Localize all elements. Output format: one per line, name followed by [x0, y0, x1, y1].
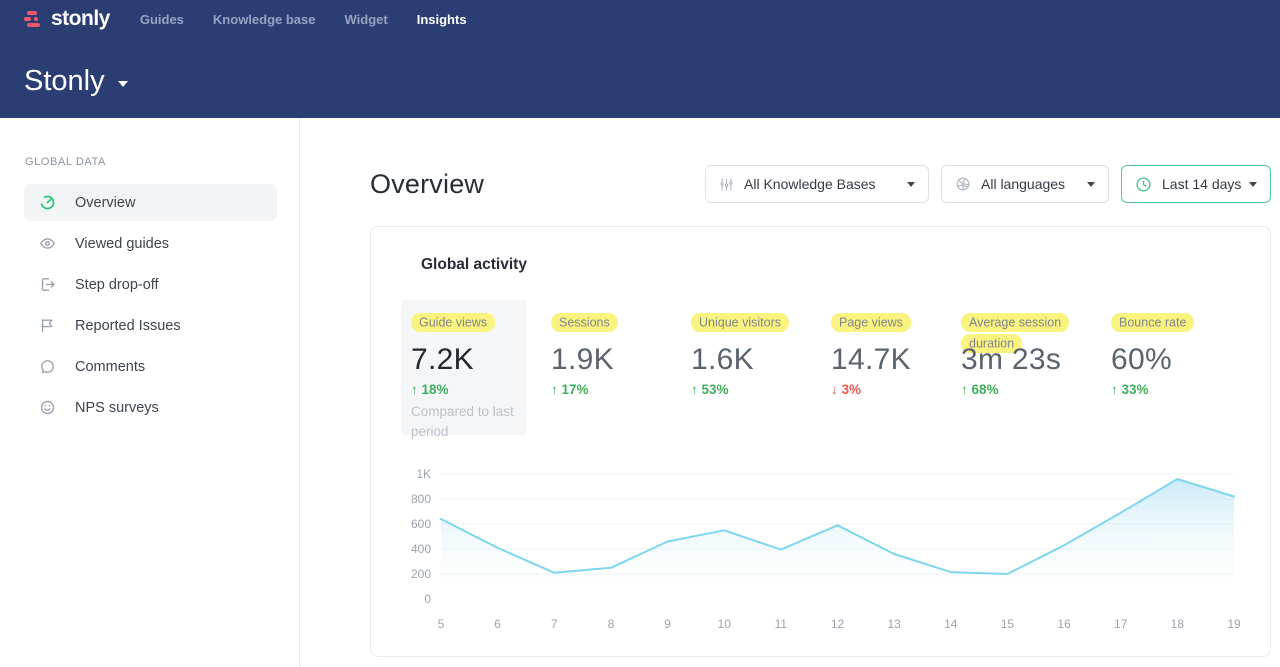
svg-text:5: 5: [438, 617, 445, 631]
metric-note: Compared to last period: [411, 402, 523, 443]
metric-guide-views[interactable]: Guide views 7.2K ↑ 18% Compared to last …: [401, 300, 526, 435]
sidebar: GLOBAL DATA Overview Viewed guides Step …: [0, 118, 300, 667]
metric-value: 1.6K: [691, 343, 754, 377]
svg-text:16: 16: [1057, 617, 1071, 631]
svg-text:0: 0: [424, 592, 431, 606]
metric-value: 3m 23s: [961, 343, 1061, 377]
sidebar-item-label: Comments: [75, 359, 145, 375]
chevron-down-icon: [1087, 182, 1095, 187]
card-title: Global activity: [421, 256, 527, 274]
metric-label: Guide views: [411, 313, 495, 332]
metric-label: Bounce rate: [1111, 313, 1194, 332]
svg-text:800: 800: [411, 492, 431, 506]
flag-icon: [39, 317, 56, 334]
sidebar-item-step-drop-off[interactable]: Step drop-off: [24, 266, 277, 303]
stonly-logo-icon: [24, 9, 44, 30]
workspace-selector[interactable]: Stonly: [24, 65, 128, 98]
nav-item-insights[interactable]: Insights: [417, 12, 467, 27]
workspace-title: Stonly: [24, 65, 105, 98]
svg-text:200: 200: [411, 567, 431, 581]
svg-text:8: 8: [608, 617, 615, 631]
metric-sessions[interactable]: Sessions 1.9K ↑ 17%: [541, 300, 676, 334]
sidebar-item-label: Viewed guides: [75, 236, 169, 252]
metric-delta: ↑ 53%: [691, 382, 729, 397]
metric-label: Page views: [831, 313, 911, 332]
sidebar-item-label: Step drop-off: [75, 277, 159, 293]
top-header: stonly Guides Knowledge base Widget Insi…: [0, 0, 1280, 118]
metric-value: 60%: [1111, 343, 1172, 377]
svg-text:7: 7: [551, 617, 558, 631]
gauge-icon: [39, 194, 56, 211]
page-title: Overview: [370, 169, 484, 200]
filter-label: All Knowledge Bases: [744, 176, 876, 192]
sidebar-item-overview[interactable]: Overview: [24, 184, 277, 221]
sliders-icon: [719, 177, 734, 192]
metric-unique-visitors[interactable]: Unique visitors 1.6K ↑ 53%: [681, 300, 816, 334]
metric-delta: ↓ 3%: [831, 382, 861, 397]
global-activity-card: Global activity Guide views 7.2K ↑ 18% C…: [370, 226, 1271, 657]
date-range-dropdown[interactable]: Last 14 days: [1121, 165, 1271, 203]
sidebar-item-comments[interactable]: Comments: [24, 348, 277, 385]
svg-text:18: 18: [1171, 617, 1185, 631]
filter-bar: All Knowledge Bases All languages: [705, 165, 1271, 203]
activity-chart: 0 200 400 600 800 1K 5 6 7 8 9 10 11 12 13 14 15 16 17 18 19: [401, 459, 1246, 649]
svg-text:17: 17: [1114, 617, 1128, 631]
metric-label: Sessions: [551, 313, 618, 332]
metric-delta: ↑ 18%: [411, 382, 449, 397]
sidebar-item-label: NPS surveys: [75, 400, 159, 416]
metric-value: 1.9K: [551, 343, 614, 377]
metric-value: 7.2K: [411, 343, 474, 377]
area-chart: 0 200 400 600 800 1K 5 6 7 8 9 10 11 12 13 14 15 16 17 18 19: [401, 459, 1246, 649]
svg-text:9: 9: [664, 617, 671, 631]
nav-item-guides[interactable]: Guides: [140, 12, 184, 27]
metric-page-views[interactable]: Page views 14.7K ↓ 3%: [821, 300, 956, 334]
main-content: Overview All Knowledge Bases: [300, 118, 1280, 667]
brand-name: stonly: [51, 7, 110, 31]
svg-text:1K: 1K: [416, 467, 431, 481]
comment-icon: [39, 358, 56, 375]
svg-text:600: 600: [411, 517, 431, 531]
filter-label: All languages: [981, 176, 1065, 192]
metric-delta: ↑ 68%: [961, 382, 999, 397]
svg-text:12: 12: [831, 617, 845, 631]
chevron-down-icon: [1249, 182, 1257, 187]
svg-text:10: 10: [718, 617, 732, 631]
step-out-icon: [39, 276, 56, 293]
chevron-down-icon: [118, 81, 128, 87]
sidebar-item-label: Reported Issues: [75, 318, 181, 334]
nav-item-knowledge-base[interactable]: Knowledge base: [213, 12, 316, 27]
language-filter-dropdown[interactable]: All languages: [941, 165, 1109, 203]
chevron-down-icon: [907, 182, 915, 187]
top-navigation: Guides Knowledge base Widget Insights: [140, 12, 467, 27]
svg-text:6: 6: [494, 617, 501, 631]
sidebar-item-reported-issues[interactable]: Reported Issues: [24, 307, 277, 344]
stonly-logo[interactable]: stonly: [24, 7, 110, 31]
eye-icon: [39, 235, 56, 252]
svg-text:14: 14: [944, 617, 958, 631]
svg-text:11: 11: [775, 617, 788, 631]
svg-text:13: 13: [887, 617, 901, 631]
knowledge-base-filter-dropdown[interactable]: All Knowledge Bases: [705, 165, 929, 203]
metric-delta: ↑ 17%: [551, 382, 589, 397]
svg-text:19: 19: [1227, 617, 1241, 631]
metric-average-session-duration[interactable]: Average session duration 3m 23s ↑ 68%: [951, 300, 1086, 356]
svg-text:15: 15: [1001, 617, 1015, 631]
sidebar-item-label: Overview: [75, 195, 135, 211]
smiley-icon: [39, 399, 56, 416]
sidebar-item-viewed-guides[interactable]: Viewed guides: [24, 225, 277, 262]
sidebar-item-nps-surveys[interactable]: NPS surveys: [24, 389, 277, 426]
svg-text:400: 400: [411, 542, 431, 556]
metric-bounce-rate[interactable]: Bounce rate 60% ↑ 33%: [1101, 300, 1236, 334]
metric-value: 14.7K: [831, 343, 911, 377]
globe-icon: [955, 176, 971, 192]
clock-icon: [1135, 176, 1152, 193]
filter-label: Last 14 days: [1162, 176, 1241, 192]
metric-label: Unique visitors: [691, 313, 789, 332]
metric-delta: ↑ 33%: [1111, 382, 1149, 397]
nav-item-widget[interactable]: Widget: [345, 12, 388, 27]
sidebar-section-label: GLOBAL DATA: [25, 156, 277, 168]
